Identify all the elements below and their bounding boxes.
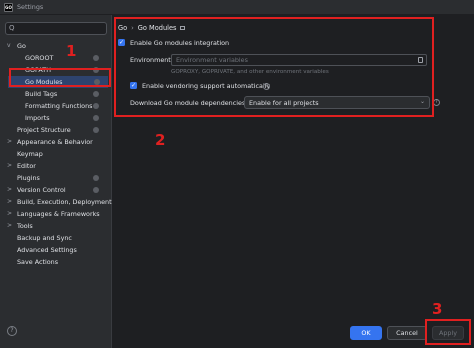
tree-item-label: Version Control [17, 186, 66, 194]
title-bar: GO Settings [0, 0, 474, 15]
tree-item-version-control[interactable]: > Version Control [0, 184, 112, 196]
tree-item-advanced-settings[interactable]: Advanced Settings [0, 244, 112, 256]
tree-item-label: Project Structure [17, 126, 71, 134]
tree-item-label: GOROOT [25, 54, 54, 62]
window-title: Settings [17, 3, 44, 11]
tree-item-formatting-functions[interactable]: Formatting Functions [0, 100, 112, 112]
highlight-box-3 [425, 319, 471, 345]
chevron-right-icon: > [7, 198, 13, 205]
tree-item-plugins[interactable]: Plugins [0, 172, 112, 184]
tree-item-languages-frameworks[interactable]: > Languages & Frameworks [0, 208, 112, 220]
chevron-right-icon: > [7, 186, 13, 193]
chevron-right-icon: > [7, 162, 13, 169]
settings-sidebar: Q v Go GOROOT GOPATH Go Modules Build Ta… [0, 15, 112, 348]
chevron-down-icon: v [7, 42, 11, 49]
tree-item-build-tags[interactable]: Build Tags [0, 88, 112, 100]
tree-item-label: Advanced Settings [17, 246, 77, 254]
tree-item-label: Build Tags [25, 90, 58, 98]
cancel-button[interactable]: Cancel [387, 326, 427, 340]
search-field[interactable]: Q [5, 22, 107, 35]
tree-item-label: Build, Execution, Deployment [17, 198, 112, 206]
highlight-box-2 [114, 17, 434, 117]
settings-badge-icon [93, 103, 99, 109]
chevron-right-icon: > [7, 210, 13, 217]
tree-item-backup-sync[interactable]: Backup and Sync [0, 232, 112, 244]
help-icon[interactable]: ? [433, 99, 440, 106]
tree-item-build-execution-deployment[interactable]: > Build, Execution, Deployment [0, 196, 112, 208]
settings-badge-icon [93, 127, 99, 133]
tree-item-label: Save Actions [17, 258, 59, 266]
tree-item-label: Tools [17, 222, 33, 230]
tree-item-label: Languages & Frameworks [17, 210, 100, 218]
tree-item-label: Imports [25, 114, 50, 122]
tree-item-keymap[interactable]: Keymap [0, 148, 112, 160]
tree-item-label: Appearance & Behavior [17, 138, 93, 146]
chevron-right-icon: > [7, 222, 13, 229]
tree-item-label: Editor [17, 162, 36, 170]
marker-1: 1 [66, 42, 77, 60]
tree-item-tools[interactable]: > Tools [0, 220, 112, 232]
settings-badge-icon [93, 187, 99, 193]
tree-item-editor[interactable]: > Editor [0, 160, 112, 172]
search-icon: Q [9, 24, 15, 32]
tree-item-label: Plugins [17, 174, 40, 182]
help-icon[interactable]: ? [7, 326, 17, 336]
highlight-box-1 [9, 68, 111, 87]
ok-button[interactable]: OK [350, 326, 382, 340]
tree-item-appearance-behavior[interactable]: > Appearance & Behavior [0, 136, 112, 148]
settings-badge-icon [93, 115, 99, 121]
tree-item-goroot[interactable]: GOROOT [0, 52, 112, 64]
chevron-right-icon: > [7, 138, 13, 145]
tree-item-project-structure[interactable]: Project Structure [0, 124, 112, 136]
tree-item-save-actions[interactable]: Save Actions [0, 256, 112, 268]
settings-badge-icon [93, 55, 99, 61]
app-icon: GO [4, 3, 13, 12]
tree-item-go[interactable]: v Go [0, 40, 112, 52]
plugins-count-badge [93, 175, 99, 181]
settings-badge-icon [93, 91, 99, 97]
marker-2: 2 [155, 131, 166, 149]
tree-item-label: Keymap [17, 150, 43, 158]
tree-item-label: Go [17, 42, 26, 50]
marker-3: 3 [432, 300, 443, 318]
tree-item-imports[interactable]: Imports [0, 112, 112, 124]
tree-item-label: Backup and Sync [17, 234, 72, 242]
tree-item-label: Formatting Functions [25, 102, 93, 110]
